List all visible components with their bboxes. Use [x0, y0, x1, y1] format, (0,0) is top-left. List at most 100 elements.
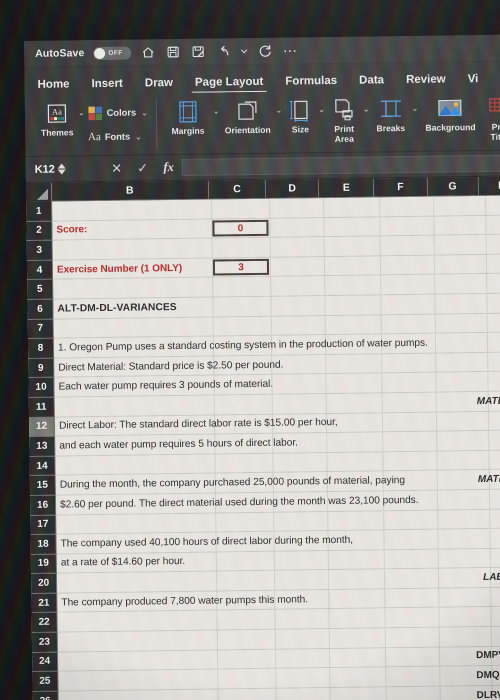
cell-C14[interactable] — [215, 453, 274, 473]
undo-icon[interactable] — [215, 43, 231, 59]
cell-D24[interactable] — [275, 648, 331, 669]
cell-G18[interactable] — [438, 529, 491, 549]
cell-D1[interactable] — [270, 198, 325, 218]
cell-B14[interactable] — [55, 454, 216, 475]
cell-D2[interactable] — [270, 217, 325, 237]
cell-F13[interactable] — [383, 431, 438, 452]
cell-E4[interactable] — [324, 256, 382, 276]
row-header-3[interactable]: 3 — [26, 240, 53, 261]
cell-H13[interactable] — [489, 430, 500, 450]
tab-home[interactable]: Home — [37, 78, 69, 94]
cell-C26[interactable] — [218, 688, 277, 700]
cell-E17[interactable] — [328, 510, 385, 531]
cell-G13[interactable] — [437, 431, 490, 451]
cell-D23[interactable] — [275, 629, 330, 649]
cell-C22[interactable] — [217, 610, 276, 630]
select-all-corner[interactable] — [25, 182, 52, 202]
home-icon[interactable] — [140, 44, 156, 60]
cell-H23[interactable] — [491, 626, 500, 646]
cell-H8[interactable] — [487, 332, 500, 352]
cell-G16[interactable] — [437, 489, 491, 510]
cell-H3[interactable] — [486, 234, 500, 254]
themes-dropdown-icon[interactable]: ⌄ — [78, 98, 85, 117]
cell-B25[interactable] — [58, 669, 219, 691]
row-header-7[interactable]: 7 — [27, 319, 54, 340]
cell-F6[interactable] — [381, 294, 436, 314]
cell-G3[interactable] — [434, 235, 487, 255]
cell-E20[interactable] — [328, 569, 386, 589]
tab-review[interactable]: Review — [406, 73, 446, 90]
cell-D25[interactable] — [276, 668, 331, 688]
cell-H14[interactable] — [489, 450, 500, 470]
row-header-21[interactable]: 21 — [31, 593, 58, 614]
cell-B1[interactable] — [52, 199, 213, 221]
spinner-up-icon[interactable] — [57, 163, 66, 169]
cell-C3[interactable] — [212, 237, 271, 258]
cell-E14[interactable] — [327, 452, 384, 472]
cell-C19[interactable] — [216, 551, 275, 571]
cell-D17[interactable] — [274, 511, 329, 531]
cell-E10[interactable] — [326, 373, 383, 394]
fonts-dropdown-icon[interactable]: ⌄ — [135, 132, 142, 141]
print-area-dropdown-icon[interactable]: ⌄ — [363, 94, 370, 113]
cell-F5[interactable] — [381, 275, 436, 295]
cell-E21[interactable] — [329, 589, 386, 609]
row-header-23[interactable]: 23 — [31, 632, 59, 653]
cell-G21[interactable] — [439, 587, 492, 608]
cell-E6[interactable] — [325, 295, 382, 315]
cell-E2[interactable] — [324, 216, 381, 237]
row-header-14[interactable]: 14 — [29, 456, 56, 477]
cell-G22[interactable] — [439, 607, 492, 627]
column-header-e[interactable]: E — [319, 178, 375, 198]
row-header-12[interactable]: 12 — [28, 417, 56, 438]
themes-button[interactable]: Aa Themes — [37, 98, 78, 138]
breaks-dropdown-icon[interactable]: ⌄ — [411, 94, 419, 113]
row-header-5[interactable]: 5 — [27, 280, 54, 300]
cell-F18[interactable] — [384, 529, 439, 550]
cell-F7[interactable] — [381, 314, 436, 334]
cell-G1[interactable] — [434, 195, 487, 216]
orientation-dropdown-icon[interactable]: ⌄ — [275, 96, 282, 115]
row-header-20[interactable]: 20 — [30, 573, 58, 594]
row-header-4[interactable]: 4 — [26, 260, 54, 281]
row-header-16[interactable]: 16 — [29, 495, 57, 516]
print-area-button[interactable]: Print Area — [326, 95, 363, 144]
cell-F9[interactable] — [382, 353, 437, 373]
cell-G19[interactable] — [438, 548, 491, 568]
cell-D26[interactable] — [276, 687, 331, 700]
cell-B17[interactable] — [56, 513, 217, 534]
cell-F21[interactable] — [385, 588, 440, 608]
cell-C11[interactable] — [214, 394, 273, 415]
row-header-1[interactable]: 1 — [26, 201, 53, 222]
cell-D20[interactable] — [274, 570, 330, 590]
cell-G10[interactable] — [436, 372, 489, 392]
row-header-6[interactable]: 6 — [27, 299, 54, 320]
cell-F11[interactable] — [382, 392, 437, 412]
fonts-button[interactable]: Aa Fonts ⌄ — [88, 126, 149, 147]
cell-E9[interactable] — [326, 354, 383, 374]
cell-C24[interactable] — [217, 649, 277, 669]
cell-D14[interactable] — [273, 452, 328, 473]
more-commands-icon[interactable]: ⋯ — [282, 42, 298, 58]
row-header-9[interactable]: 9 — [28, 358, 55, 379]
cell-F24[interactable] — [385, 647, 441, 667]
cell-G8[interactable] — [435, 333, 489, 353]
tab-data[interactable]: Data — [359, 74, 384, 90]
cell-F25[interactable] — [386, 666, 441, 687]
cell-F14[interactable] — [383, 451, 438, 471]
redo-icon[interactable] — [257, 43, 273, 59]
column-header-c[interactable]: C — [208, 179, 267, 199]
cell-D22[interactable] — [275, 609, 330, 629]
cell-G14[interactable] — [437, 450, 490, 470]
cell-H22[interactable] — [491, 606, 500, 626]
cell-F20[interactable] — [384, 568, 440, 589]
cell-E7[interactable] — [325, 314, 382, 335]
confirm-check-icon[interactable]: ✓ — [130, 160, 156, 176]
cell-D10[interactable] — [272, 374, 327, 394]
cell-F3[interactable] — [380, 235, 435, 256]
row-header-26[interactable]: 26 — [32, 691, 59, 700]
cell-G6[interactable] — [435, 293, 488, 314]
cell-D6[interactable] — [271, 296, 326, 316]
row-header-22[interactable]: 22 — [31, 613, 58, 634]
cell-H6[interactable] — [487, 293, 500, 313]
